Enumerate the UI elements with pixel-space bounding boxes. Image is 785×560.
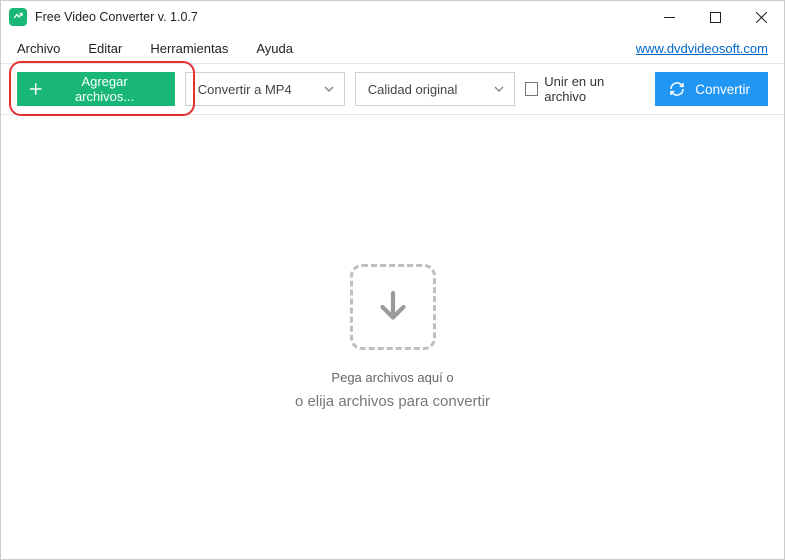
toolbar: Agregar archivos... Convertir a MP4 Cali… [1, 63, 784, 115]
merge-label: Unir en un archivo [544, 74, 645, 104]
menu-ayuda[interactable]: Ayuda [256, 41, 293, 56]
dropzone-text-2: o elija archivos para convertir [295, 393, 490, 410]
minimize-button[interactable] [646, 1, 692, 33]
menu-editar[interactable]: Editar [88, 41, 122, 56]
checkbox-box [525, 82, 538, 96]
chevron-down-icon [324, 86, 334, 92]
format-dropdown[interactable]: Convertir a MP4 [185, 72, 345, 106]
download-arrow-icon [372, 286, 414, 328]
format-selected: Convertir a MP4 [198, 82, 292, 97]
plus-icon [29, 82, 42, 96]
drop-box [350, 264, 436, 350]
close-button[interactable] [738, 1, 784, 33]
convert-button[interactable]: Convertir [655, 72, 768, 106]
merge-checkbox[interactable]: Unir en un archivo [525, 74, 645, 104]
menubar: Archivo Editar Herramientas Ayuda www.dv… [1, 33, 784, 63]
add-files-button[interactable]: Agregar archivos... [17, 72, 175, 106]
window-controls [646, 1, 784, 33]
window-title: Free Video Converter v. 1.0.7 [35, 10, 198, 24]
quality-selected: Calidad original [368, 82, 458, 97]
add-files-label: Agregar archivos... [52, 74, 156, 104]
menu-archivo[interactable]: Archivo [17, 41, 60, 56]
app-icon [9, 8, 27, 26]
quality-dropdown[interactable]: Calidad original [355, 72, 515, 106]
menu-herramientas[interactable]: Herramientas [150, 41, 228, 56]
dropzone-text-1: Pega archivos aquí o [331, 370, 453, 385]
convert-label: Convertir [695, 82, 750, 97]
titlebar: Free Video Converter v. 1.0.7 [1, 1, 784, 33]
refresh-icon [669, 81, 685, 97]
dropzone[interactable]: Pega archivos aquí o o elija archivos pa… [1, 115, 784, 559]
chevron-down-icon [494, 86, 504, 92]
maximize-button[interactable] [692, 1, 738, 33]
website-link[interactable]: www.dvdvideosoft.com [636, 41, 768, 56]
